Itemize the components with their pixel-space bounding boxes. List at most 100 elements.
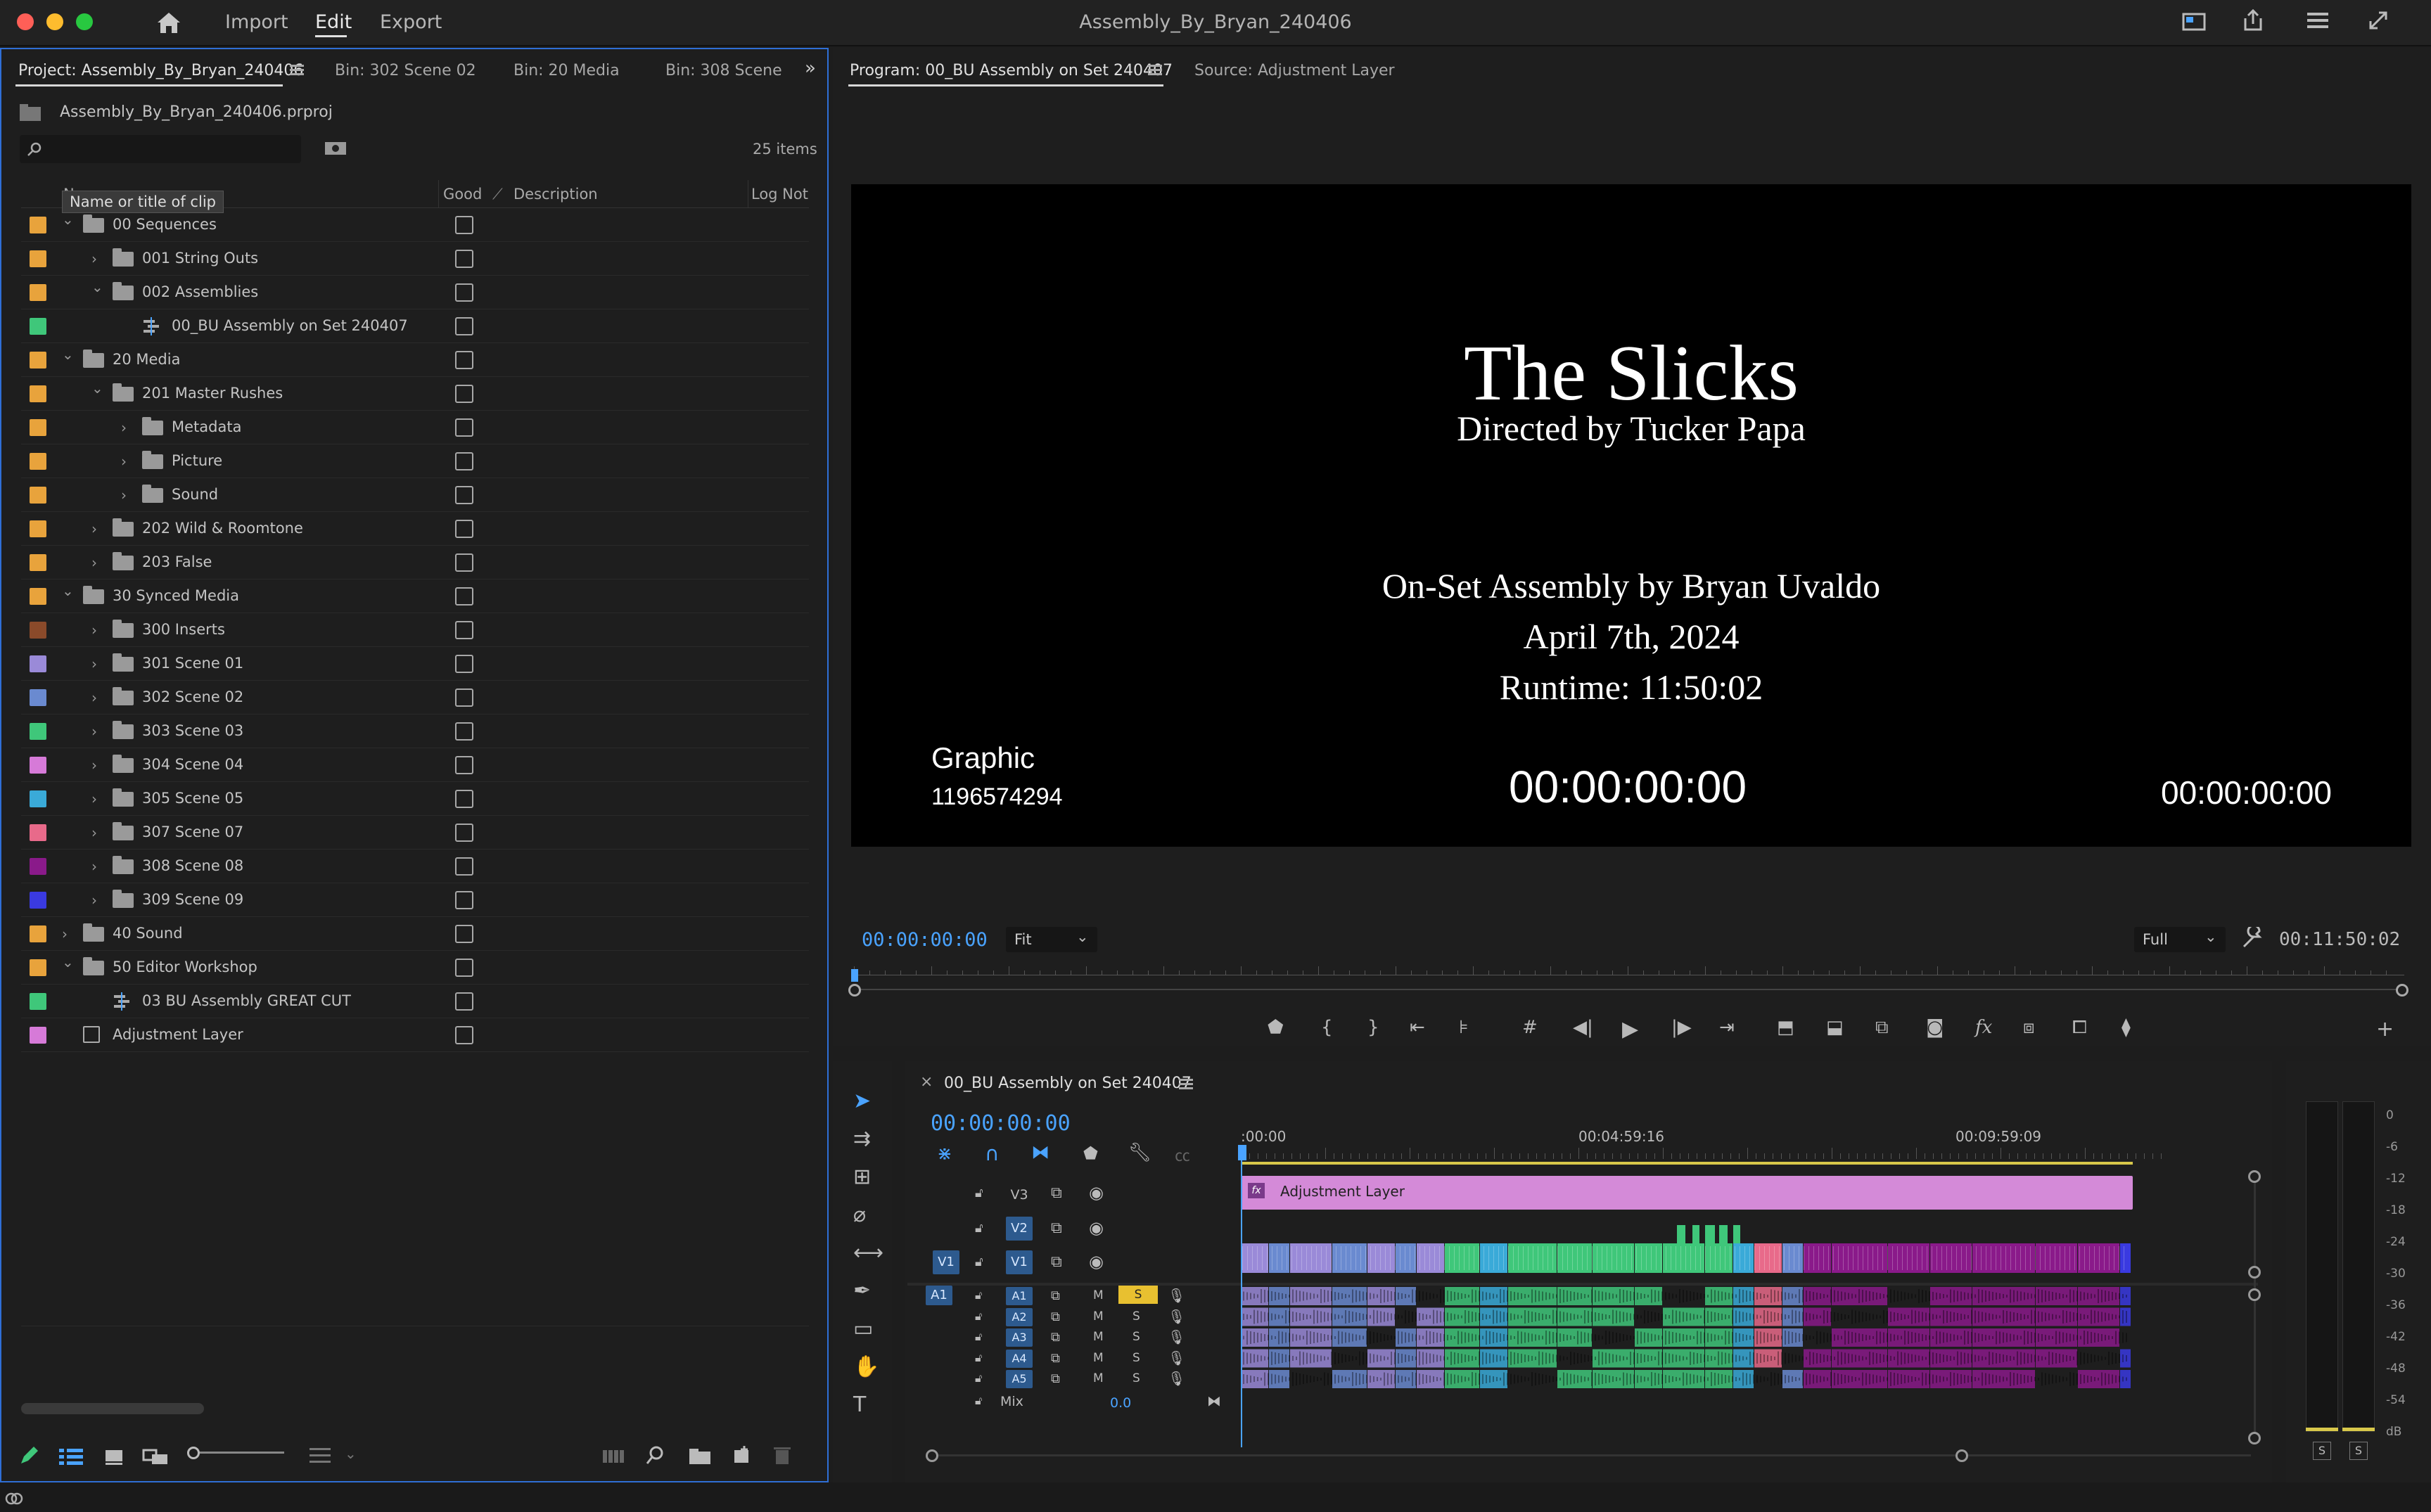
- v1-clip[interactable]: [2036, 1243, 2077, 1273]
- disclosure-closed-icon[interactable]: ›: [91, 554, 97, 571]
- go-to-end-icon[interactable]: ⧓: [1207, 1392, 1221, 1409]
- list-item[interactable]: Adjustment Layer: [21, 1018, 809, 1052]
- timeline-playhead-head[interactable]: [1238, 1145, 1246, 1160]
- lock-icon[interactable]: 🔓︎: [975, 1288, 982, 1302]
- eye-icon[interactable]: ◉: [1089, 1183, 1104, 1203]
- list-item[interactable]: 00_BU Assembly on Set 240407: [21, 309, 809, 343]
- good-checkbox[interactable]: [455, 452, 473, 470]
- mark-in-icon[interactable]: {: [1321, 1017, 1333, 1038]
- sync-lock-icon[interactable]: ⧉: [1051, 1184, 1062, 1202]
- good-checkbox[interactable]: [455, 992, 473, 1011]
- list-item[interactable]: › 309 Scene 09: [21, 883, 809, 917]
- trash-icon[interactable]: [772, 1444, 792, 1466]
- label-color-swatch[interactable]: [30, 487, 46, 504]
- solo-button[interactable]: S: [1132, 1351, 1140, 1365]
- disclosure-closed-icon[interactable]: ›: [91, 689, 97, 706]
- vscroll-handle-bottom[interactable]: [2248, 1432, 2261, 1444]
- disclosure-closed-icon[interactable]: ›: [91, 757, 97, 774]
- project-search-input[interactable]: [20, 135, 301, 163]
- disclosure-open-icon[interactable]: ⌄: [62, 211, 74, 228]
- list-item[interactable]: ⌄ 002 Assemblies: [21, 276, 809, 309]
- workspaces-menu-icon[interactable]: [2306, 10, 2330, 31]
- vscroll-handle-mid[interactable]: [2248, 1266, 2261, 1279]
- creative-cloud-icon[interactable]: [4, 1489, 24, 1506]
- v1-clip[interactable]: [1733, 1243, 1754, 1273]
- lock-icon[interactable]: 🔓︎: [975, 1309, 982, 1324]
- list-item[interactable]: ⌄ 20 Media: [21, 343, 809, 377]
- fx-icon[interactable]: fx: [1975, 1017, 1992, 1038]
- label-color-swatch[interactable]: [30, 655, 46, 672]
- panel-menu-icon[interactable]: [290, 63, 305, 77]
- disclosure-open-icon[interactable]: ⌄: [62, 346, 74, 363]
- solo-button[interactable]: S: [1132, 1330, 1140, 1344]
- type-tool-icon[interactable]: T: [853, 1392, 866, 1417]
- play-icon[interactable]: ▶: [1622, 1017, 1638, 1042]
- rectangle-tool-icon[interactable]: ▭: [853, 1316, 873, 1341]
- disclosure-open-icon[interactable]: ⌄: [91, 278, 103, 295]
- list-item[interactable]: › 300 Inserts: [21, 613, 809, 647]
- good-checkbox[interactable]: [455, 891, 473, 909]
- lock-icon[interactable]: 🔓︎: [975, 1255, 983, 1269]
- list-item[interactable]: 03 BU Assembly GREAT CUT: [21, 985, 809, 1018]
- label-color-swatch[interactable]: [30, 892, 46, 909]
- good-checkbox[interactable]: [455, 587, 473, 606]
- label-color-swatch[interactable]: [30, 385, 46, 402]
- hscroll-handle-right[interactable]: [1955, 1449, 1968, 1462]
- good-checkbox[interactable]: [455, 688, 473, 707]
- mark-out-icon[interactable]: }: [1367, 1017, 1379, 1038]
- close-sequence-icon[interactable]: ×: [920, 1073, 933, 1091]
- disclosure-closed-icon[interactable]: ›: [91, 723, 97, 740]
- icon-view-icon[interactable]: [104, 1447, 125, 1466]
- nest-icon[interactable]: ⋇: [937, 1143, 952, 1165]
- lock-icon[interactable]: 🔓︎: [975, 1186, 983, 1200]
- lock-icon[interactable]: 🔓︎: [975, 1221, 983, 1236]
- list-item[interactable]: ⌄ 201 Master Rushes: [21, 377, 809, 411]
- v1-clip[interactable]: [1663, 1243, 1704, 1273]
- disclosure-closed-icon[interactable]: ›: [91, 858, 97, 875]
- label-color-swatch[interactable]: [30, 790, 46, 807]
- new-bin-icon[interactable]: [688, 1446, 712, 1466]
- good-checkbox[interactable]: [455, 317, 473, 335]
- disclosure-closed-icon[interactable]: ›: [91, 824, 97, 841]
- disclosure-closed-icon[interactable]: ›: [121, 487, 127, 504]
- label-color-swatch[interactable]: [30, 588, 46, 605]
- export-frame-icon[interactable]: ◙: [1926, 1017, 1944, 1038]
- clear-in-out-icon[interactable]: ⊧: [1459, 1017, 1469, 1038]
- good-checkbox[interactable]: [455, 621, 473, 639]
- audio-clip[interactable]: [2120, 1349, 2131, 1368]
- column-log-note[interactable]: Log Note: [751, 186, 809, 203]
- captions-icon[interactable]: ㏄: [1175, 1143, 1190, 1166]
- linked-selection-icon[interactable]: ⧓: [1031, 1142, 1049, 1163]
- list-item[interactable]: › 302 Scene 02: [21, 681, 809, 715]
- sync-lock-icon[interactable]: ⧉: [1051, 1253, 1062, 1271]
- v1-clip[interactable]: [1888, 1243, 1929, 1273]
- good-checkbox[interactable]: [455, 790, 473, 808]
- good-checkbox[interactable]: [455, 216, 473, 234]
- share-icon[interactable]: [2241, 8, 2265, 32]
- go-to-in-icon[interactable]: ⇤: [1410, 1017, 1425, 1038]
- track-target-a1[interactable]: A1: [1006, 1287, 1033, 1305]
- list-item[interactable]: › 001 String Outs: [21, 242, 809, 276]
- microphone-icon[interactable]: 🎙︎: [1168, 1328, 1185, 1345]
- v1-clip[interactable]: [1782, 1243, 1803, 1273]
- label-color-swatch[interactable]: [30, 689, 46, 706]
- v2-clip[interactable]: [1692, 1225, 1699, 1243]
- label-color-swatch[interactable]: [30, 352, 46, 369]
- workspace-edit[interactable]: Edit: [315, 11, 352, 33]
- disclosure-closed-icon[interactable]: ›: [91, 622, 97, 639]
- quick-export-icon[interactable]: [2182, 11, 2206, 32]
- label-color-swatch[interactable]: [30, 1027, 46, 1044]
- add-marker-icon[interactable]: ⬟: [1268, 1017, 1284, 1038]
- column-good[interactable]: Good: [443, 186, 482, 203]
- list-item[interactable]: › Picture: [21, 444, 809, 478]
- label-color-swatch[interactable]: [30, 453, 46, 470]
- good-checkbox[interactable]: [455, 925, 473, 943]
- lock-icon[interactable]: 🔓︎: [975, 1330, 982, 1344]
- v1-clip[interactable]: [1417, 1243, 1444, 1273]
- label-color-swatch[interactable]: [30, 217, 46, 233]
- zoom-slider-handle[interactable]: [187, 1447, 200, 1459]
- v1-clip[interactable]: [2078, 1243, 2119, 1273]
- timeline-horizontal-scrollbar[interactable]: [929, 1454, 2251, 1456]
- program-playhead-marker[interactable]: [851, 969, 858, 982]
- microphone-icon[interactable]: 🎙︎: [1168, 1350, 1185, 1366]
